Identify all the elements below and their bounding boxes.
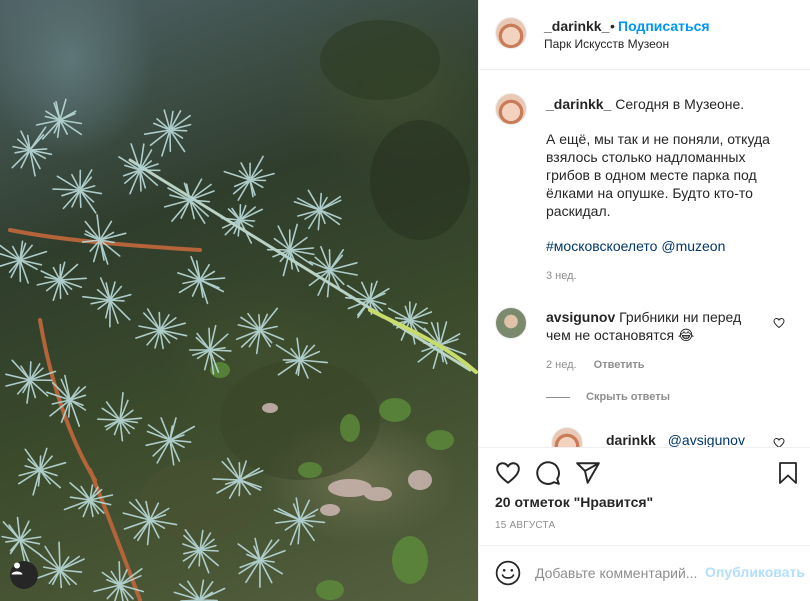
comment-icon[interactable]: [535, 460, 561, 486]
post-photo[interactable]: [0, 0, 478, 601]
post-date[interactable]: 15 АВГУСТА: [495, 520, 555, 531]
juniper-needle: [208, 327, 211, 351]
user-tag-icon[interactable]: [10, 561, 38, 589]
comment-timestamp[interactable]: 2 нед.: [546, 359, 577, 371]
juniper-needle: [238, 461, 241, 481]
reply-button[interactable]: Ответить: [594, 359, 645, 371]
comment-text-line: чем не остановятся 😂: [546, 327, 695, 343]
caption-body-line: грибов в одном месте парка под: [546, 167, 757, 183]
emoji-icon[interactable]: [495, 560, 521, 586]
juniper-needle: [258, 313, 261, 331]
comment-username[interactable]: avsigunov: [546, 309, 615, 325]
juniper-needle: [20, 149, 31, 169]
juniper-needle: [44, 545, 61, 571]
juniper-needle: [105, 401, 121, 421]
juniper-needle: [169, 129, 186, 153]
post-details-panel: _darinkk_ • Подписаться Парк Искусств Му…: [478, 0, 810, 601]
juniper-needle: [59, 277, 87, 281]
reply-like-heart-icon[interactable]: [773, 437, 785, 447]
reply-username[interactable]: darinkk: [606, 432, 656, 447]
caption-body-line: раскидал.: [546, 203, 611, 219]
juniper-needle: [97, 418, 121, 421]
caption-body-line: ёлками на опушке. Будто кто-то: [546, 185, 753, 201]
comment-meta: 2 нед. Ответить: [546, 359, 645, 371]
hide-replies-toggle[interactable]: Скрыть ответы: [546, 391, 670, 403]
juniper-needle: [29, 134, 45, 151]
juniper-needle: [158, 311, 161, 331]
juniper-needle: [232, 179, 251, 195]
author-avatar[interactable]: [495, 17, 527, 49]
caption-first-line: _darinkk_ Сегодня в Музеоне.: [546, 95, 744, 113]
bookmark-icon[interactable]: [776, 460, 800, 486]
juniper-needle: [189, 199, 211, 203]
separator-dot: •: [610, 18, 615, 34]
reply-author-avatar[interactable]: [551, 427, 583, 447]
reply-first-line: darinkk @avsigunov: [606, 431, 745, 447]
juniper-needle: [189, 183, 212, 201]
caption-author-avatar[interactable]: [495, 93, 527, 125]
share-icon[interactable]: [575, 460, 601, 486]
replies-divider: [546, 396, 570, 398]
juniper-needle: [58, 541, 61, 571]
juniper-needle: [139, 169, 142, 192]
juniper-needle: [101, 407, 121, 421]
post-actions: 20 отметок "Нравится" 15 АВГУСТА: [479, 447, 810, 545]
post-header: _darinkk_ • Подписаться Парк Искусств Му…: [479, 0, 810, 70]
juniper-needle: [156, 439, 171, 464]
caption-hashtags: #московскоелето @muzeon: [546, 237, 725, 255]
caption-timestamp[interactable]: 3 нед.: [546, 270, 577, 282]
hashtag-link[interactable]: #московскоелето: [546, 238, 657, 254]
juniper-needle: [59, 279, 62, 300]
juniper-needle: [199, 599, 218, 601]
juniper-needle: [212, 478, 241, 481]
juniper-needle: [328, 249, 331, 271]
commenter-avatar[interactable]: [495, 307, 527, 339]
comment-text: Грибники ни перед: [619, 309, 742, 325]
post-location[interactable]: Парк Искусств Музеон: [544, 37, 669, 51]
caption-body-line: взялось столько надломанных: [546, 149, 746, 165]
juniper-needle: [196, 332, 211, 351]
comments-list[interactable]: _darinkk_ Сегодня в Музеоне. А ещё, мы т…: [479, 71, 810, 447]
likes-count[interactable]: 20 отметок "Нравится": [495, 494, 653, 510]
juniper-needle: [101, 571, 121, 586]
juniper-needle: [79, 189, 82, 208]
hide-replies-label: Скрыть ответы: [586, 391, 670, 403]
juniper-branches-illustration: [0, 20, 478, 601]
comment-like-heart-icon[interactable]: [773, 317, 785, 329]
add-comment-bar: Опубликовать: [479, 545, 810, 601]
publish-button[interactable]: Опубликовать: [705, 564, 805, 580]
comment-input[interactable]: [535, 562, 703, 584]
caption-body-line: А ещё, мы так и не поняли, откуда: [546, 131, 770, 147]
author-username[interactable]: _darinkk_: [544, 18, 609, 34]
reply-mention-link[interactable]: @avsigunov: [668, 432, 745, 447]
juniper-needle: [275, 344, 301, 361]
juniper-needle: [29, 361, 32, 381]
juniper-needle: [118, 560, 121, 586]
caption-username[interactable]: _darinkk_: [546, 96, 611, 112]
juniper-needle: [29, 148, 48, 151]
juniper-needle: [19, 520, 30, 541]
comment-first-line: avsigunov Грибники ни перед: [546, 308, 766, 326]
juniper-needle: [52, 188, 81, 191]
juniper-needle: [199, 549, 219, 552]
heart-icon[interactable]: [495, 460, 521, 486]
follow-button[interactable]: Подписаться: [618, 18, 710, 34]
mention-link[interactable]: @muzeon: [661, 238, 725, 254]
caption-text: Сегодня в Музеоне.: [615, 96, 745, 112]
